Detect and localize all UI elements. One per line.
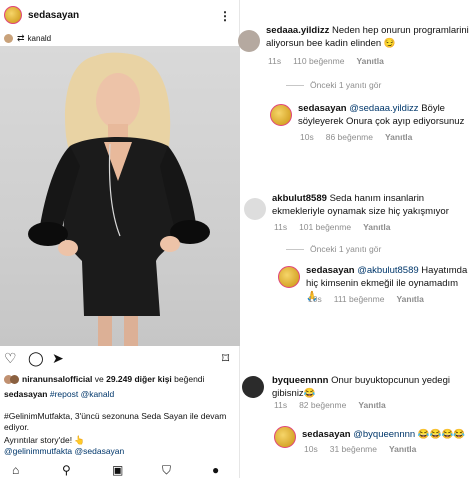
comment-time: 11s [268, 56, 282, 66]
comment-meta: 10s 31 beğenme Yanıtla [304, 444, 428, 454]
comment-mention[interactable]: @akbulut8589 [357, 265, 418, 276]
reply-button[interactable]: Yanıtla [356, 56, 383, 66]
likes-suffix: beğendi [174, 374, 205, 384]
reels-icon[interactable]: ▣ [112, 464, 123, 476]
comment-meta: 10s 111 beğenme Yanıtla [308, 294, 436, 304]
avatar[interactable] [270, 104, 292, 126]
view-replies[interactable]: Önceki 1 yanıtı gör [286, 244, 381, 254]
bookmark-icon[interactable]: ⌑ [222, 351, 229, 365]
avatar[interactable] [238, 30, 260, 52]
liker-username[interactable]: niranunsalofficial [22, 374, 92, 384]
more-horizontal-icon[interactable]: ⋮ [219, 9, 232, 23]
caption-line: #GelinimMutfakta, 3'üncü sezonuna Seda S… [4, 411, 227, 421]
comment-text: sedasayan @sedaaa.yildizz Böyle söyleyer… [298, 102, 472, 128]
caption-mentions[interactable]: @gelinimmutfakta @sedasayan [4, 446, 124, 457]
thread-line [286, 249, 304, 251]
likes-line[interactable]: niranunsalofficial ve 29.249 diğer kişi … [4, 374, 204, 384]
comments-panel: sedaaa.yildizz Neden hep onurun programl… [238, 0, 474, 478]
comment-text: sedasayan @byqueennnn 😂😂😂😂 [302, 428, 472, 441]
view-replies-label[interactable]: Önceki 1 yanıtı gör [310, 80, 381, 90]
view-replies[interactable]: Önceki 1 yanıtı gör [286, 80, 381, 90]
bottom-nav: ⌂ ⚲ ▣ ⛉ ● [0, 462, 240, 478]
reply-button[interactable]: Yanıtla [358, 400, 385, 410]
comment-username[interactable]: akbulut8589 [272, 193, 327, 204]
post-username[interactable]: sedasayan [28, 10, 79, 21]
thread-line [286, 85, 304, 87]
comment-likes[interactable]: 31 beğenme [330, 444, 377, 454]
caption-tags[interactable]: #repost @kanald [50, 389, 114, 399]
post-panel: sedasayan ⋮ ⇄ kanald ♡ ◯ ➤ ⌑ niranunsalo… [0, 0, 240, 478]
heart-icon[interactable]: ♡ [4, 351, 17, 365]
avatar[interactable] [244, 198, 266, 220]
reply-button[interactable]: Yanıtla [363, 222, 390, 232]
avatar[interactable] [242, 376, 264, 398]
caption-line: Ayrıntılar story'de! 👆 [4, 435, 86, 445]
comment-text: akbulut8589 Seda hanım insanlarin ekmekl… [272, 192, 472, 218]
send-icon[interactable]: ➤ [52, 351, 64, 365]
caption-line: sedasayan #repost @kanald [4, 389, 114, 400]
reply-button[interactable]: Yanıtla [396, 294, 423, 304]
comment-time: 11s [274, 222, 288, 232]
repost-icon: ⇄ [17, 32, 25, 43]
comment-time: 11s [274, 400, 288, 410]
comment-likes[interactable]: 86 beğenme [326, 132, 373, 142]
post-photo[interactable] [0, 46, 240, 346]
comment-username[interactable]: sedasayan [298, 103, 347, 114]
comment-username[interactable]: sedaaa.yildizz [266, 25, 329, 36]
repost-source[interactable]: kanald [28, 34, 52, 43]
comment-time: 10s [308, 294, 322, 304]
comment-likes[interactable]: 82 beğenme [299, 400, 346, 410]
likes-conj: ve [94, 374, 104, 384]
post-header: sedasayan ⋮ [0, 0, 240, 30]
comment-text: sedaaa.yildizz Neden hep onurun programl… [266, 24, 472, 50]
caption-username[interactable]: sedasayan [4, 389, 47, 399]
avatar[interactable] [4, 6, 22, 24]
repost-bar: ⇄ kanald [0, 30, 51, 46]
comment-likes[interactable]: 110 beğenme [293, 56, 344, 66]
comment-meta: 11s 110 beğenme Yanıtla [268, 56, 396, 66]
view-replies-label[interactable]: Önceki 1 yanıtı gör [310, 244, 381, 254]
search-icon[interactable]: ⚲ [62, 464, 71, 476]
comment-username[interactable]: sedasayan [306, 265, 355, 276]
comment-time: 10s [304, 444, 318, 454]
reply-button[interactable]: Yanıtla [385, 132, 412, 142]
avatar[interactable] [274, 426, 296, 448]
profile-icon[interactable]: ● [212, 464, 219, 476]
comment-likes[interactable]: 101 beğenme [299, 222, 351, 232]
caption-line: ediyor. [4, 422, 30, 432]
comment-meta: 11s 82 beğenme Yanıtla [274, 400, 398, 410]
liker-avatar [10, 374, 19, 384]
likes-count[interactable]: 29.249 diğer kişi [106, 374, 172, 384]
comment-text: byqueennnn Onur buyuktopcunun yedegi gib… [272, 374, 472, 400]
comment-username[interactable]: sedasayan [302, 429, 351, 440]
comment-meta: 11s 101 beğenme Yanıtla [274, 222, 402, 232]
shop-icon[interactable]: ⛉ [162, 464, 171, 476]
avatar[interactable] [278, 266, 300, 288]
photo-illustration [28, 52, 210, 346]
comment-meta: 10s 86 beğenme Yanıtla [300, 132, 424, 142]
comment-username[interactable]: byqueennnn [272, 375, 328, 386]
comment-time: 10s [300, 132, 314, 142]
home-icon[interactable]: ⌂ [12, 464, 19, 476]
comment-body: 😂😂😂😂 [417, 429, 466, 440]
comment-icon[interactable]: ◯ [28, 351, 44, 365]
post-actions: ♡ ◯ ➤ ⌑ [0, 350, 240, 368]
comment-mention[interactable]: @byqueennnn [353, 429, 415, 440]
repost-avatar[interactable] [4, 33, 13, 43]
reply-button[interactable]: Yanıtla [389, 444, 416, 454]
comment-likes[interactable]: 111 beğenme [334, 294, 385, 304]
comment-mention[interactable]: @sedaaa.yildizz [349, 103, 418, 114]
